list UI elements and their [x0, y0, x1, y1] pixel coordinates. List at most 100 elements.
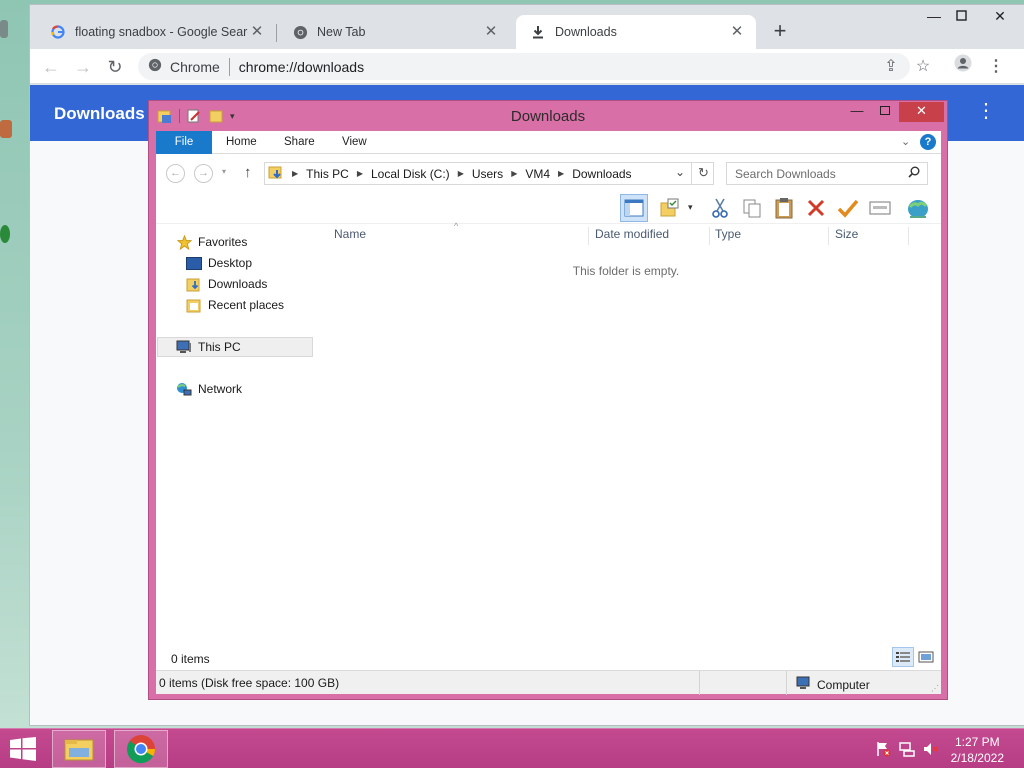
recent-locations-icon[interactable]: ▾ [222, 167, 226, 176]
breadcrumb-arrow[interactable]: ▶ [558, 169, 564, 178]
rename-check-icon[interactable] [834, 194, 862, 222]
tab-google-search[interactable]: floating snadbox - Google Search ✕ [36, 15, 277, 49]
nav-downloads[interactable]: Downloads [186, 274, 267, 294]
start-button[interactable] [9, 737, 37, 761]
column-divider[interactable] [588, 227, 589, 245]
volume-muted-icon[interactable] [922, 740, 940, 758]
up-button[interactable]: ↑ [244, 164, 252, 181]
taskbar: 1:27 PM 2/18/2022 [0, 728, 1024, 768]
desktop-icon[interactable] [0, 225, 10, 243]
empty-folder-message: This folder is empty. [572, 264, 680, 278]
breadcrumb-local-disk[interactable]: Local Disk (C:) [371, 167, 450, 181]
expand-ribbon-icon[interactable]: ⌄ [901, 135, 910, 148]
tab-title: New Tab [317, 25, 366, 39]
desktop-icon[interactable] [0, 20, 8, 38]
back-button[interactable]: ← [166, 164, 185, 183]
nav-this-pc[interactable]: This PC [157, 337, 313, 357]
chevron-down-icon[interactable]: ⌄ [675, 165, 685, 179]
delete-icon[interactable] [802, 194, 830, 222]
copy-icon[interactable] [738, 194, 766, 222]
nav-label: Recent places [208, 298, 285, 312]
clock-time: 1:27 PM [954, 735, 1000, 749]
column-type[interactable]: Type [715, 227, 741, 247]
maximize-button[interactable] [871, 102, 899, 122]
close-tab-icon[interactable]: ✕ [482, 23, 500, 41]
breadcrumb-arrow[interactable]: ▶ [357, 169, 363, 178]
details-view-icon[interactable] [892, 647, 914, 667]
chrome-taskbar-icon[interactable] [114, 730, 168, 768]
profile-icon[interactable] [950, 54, 976, 80]
column-date-modified[interactable]: Date modified [595, 227, 669, 247]
preview-pane-icon[interactable] [620, 194, 648, 222]
close-button[interactable]: ✕ [899, 102, 944, 122]
navigation-pane: Favorites Desktop Downloads Recent place… [156, 226, 314, 656]
system-clock[interactable]: 1:27 PM 2/18/2022 [951, 734, 1004, 766]
share-icon[interactable]: ⇪ [878, 54, 904, 80]
computer-icon [176, 340, 192, 354]
breadcrumb-downloads[interactable]: Downloads [572, 167, 631, 181]
tab-home[interactable]: Home [212, 131, 271, 154]
nav-desktop[interactable]: Desktop [186, 253, 252, 273]
tab-share[interactable]: Share [270, 131, 329, 154]
breadcrumb-arrow[interactable]: ▶ [292, 169, 298, 178]
file-explorer-taskbar-icon[interactable] [52, 730, 106, 768]
divider [691, 163, 692, 184]
command-toolbar: ▾ [156, 192, 941, 224]
tab-title: Downloads [555, 25, 617, 39]
breadcrumb-arrow[interactable]: ▶ [458, 169, 464, 178]
action-center-flag-icon[interactable] [874, 740, 892, 758]
column-divider[interactable] [828, 227, 829, 245]
column-divider[interactable] [709, 227, 710, 245]
tab-view[interactable]: View [328, 131, 381, 154]
nav-recent-places[interactable]: Recent places [186, 295, 284, 315]
search-placeholder: Search Downloads [735, 167, 836, 181]
status-zone: Computer [796, 676, 870, 693]
forward-button[interactable]: → [70, 54, 96, 80]
cut-icon[interactable] [706, 194, 734, 222]
properties-icon[interactable] [866, 194, 894, 222]
address-bar[interactable]: ▶ This PC ▶ Local Disk (C:) ▶ Users ▶ VM… [264, 162, 714, 185]
folder-options-icon[interactable] [656, 194, 684, 222]
close-tab-icon[interactable]: ✕ [248, 23, 266, 41]
search-input[interactable]: Search Downloads [726, 162, 928, 185]
chrome-menu-icon[interactable]: ⋮ [983, 54, 1009, 80]
bookmark-star-icon[interactable]: ☆ [910, 54, 936, 80]
help-icon[interactable]: ? [920, 134, 936, 150]
column-size[interactable]: Size [835, 227, 858, 247]
chevron-down-icon[interactable]: ▾ [688, 202, 693, 213]
new-tab-button[interactable]: + [767, 19, 793, 45]
breadcrumb-this-pc[interactable]: This PC [306, 167, 349, 181]
resize-grip-icon[interactable]: ⋰ [931, 684, 939, 693]
paste-icon[interactable] [770, 194, 798, 222]
breadcrumb-vm4[interactable]: VM4 [525, 167, 550, 181]
back-button[interactable]: ← [38, 54, 64, 80]
maximize-button[interactable] [945, 5, 977, 29]
close-window-button[interactable]: ✕ [984, 5, 1016, 29]
globe-icon[interactable] [904, 194, 932, 222]
breadcrumb-arrow[interactable]: ▶ [511, 169, 517, 178]
tab-file[interactable]: File [156, 131, 212, 154]
explorer-content: File Home Share View ⌄ ? ← → ▾ ↑ ▶ This … [156, 131, 941, 695]
nav-favorites[interactable]: Favorites [176, 232, 247, 252]
tab-downloads[interactable]: Downloads ✕ [516, 15, 756, 49]
address-row: ← → ▾ ↑ ▶ This PC ▶ Local Disk (C:) ▶ Us… [156, 159, 941, 189]
google-icon [50, 24, 66, 40]
column-divider[interactable] [908, 227, 909, 245]
explorer-titlebar[interactable]: ▾ Downloads — ✕ [149, 101, 947, 131]
refresh-icon[interactable]: ↻ [698, 165, 709, 181]
address-bar[interactable]: Chrome chrome://downloads [138, 53, 910, 80]
tab-new-tab[interactable]: New Tab ✕ [278, 15, 510, 49]
downloads-folder-icon [186, 277, 202, 291]
close-tab-icon[interactable]: ✕ [728, 23, 746, 41]
column-name[interactable]: Name [334, 227, 366, 247]
nav-network[interactable]: Network [176, 379, 242, 399]
network-tray-icon[interactable] [898, 740, 916, 758]
reload-button[interactable]: ↻ [102, 54, 128, 80]
divider [699, 671, 700, 695]
desktop-icon[interactable] [0, 120, 12, 138]
forward-button[interactable]: → [194, 164, 213, 183]
minimize-button[interactable]: — [843, 102, 871, 122]
breadcrumb-users[interactable]: Users [472, 167, 503, 181]
more-options-icon[interactable]: ⋮ [976, 101, 996, 121]
large-icons-view-icon[interactable] [915, 647, 937, 667]
